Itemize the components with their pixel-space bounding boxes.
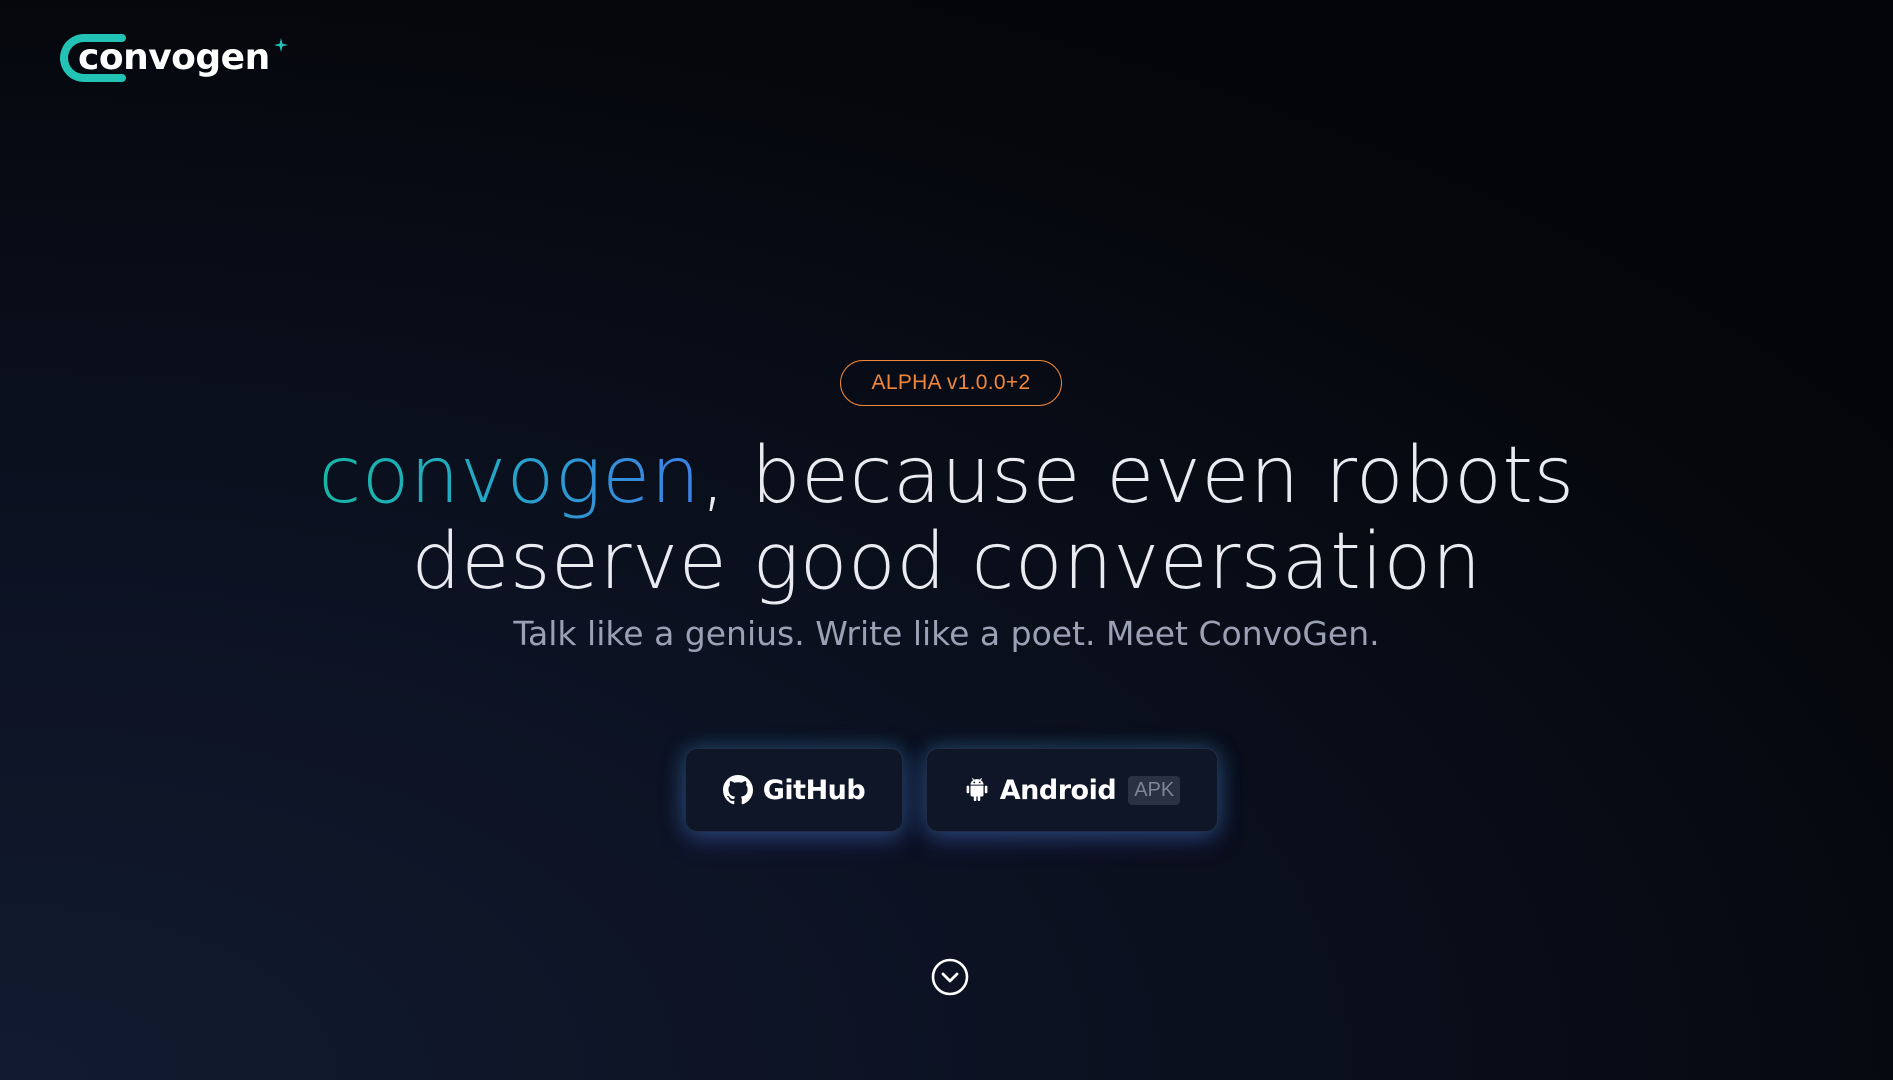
android-icon [966,778,988,802]
android-button-label: Android [999,774,1117,806]
headline-line2: deserve good conversation [411,517,1482,607]
headline-line1-rest: , because even robots [700,431,1575,521]
hero-headline: convogen, because even robots deserve go… [0,433,1893,605]
logo[interactable]: convogen [60,32,288,84]
logo-text: convogen [78,37,270,78]
android-download-button[interactable]: Android APK [926,748,1218,832]
github-button-label: GitHub [762,774,866,806]
version-badge: ALPHA v1.0.0+2 [840,360,1062,406]
sparkle-icon [273,38,288,52]
github-button[interactable]: GitHub [685,748,903,832]
apk-tag: APK [1128,775,1181,805]
headline-brand: convogen [318,431,701,521]
github-icon [722,775,753,805]
chevron-down-circle-icon[interactable] [931,958,969,996]
hero-subheadline: Talk like a genius. Write like a poet. M… [513,614,1380,653]
